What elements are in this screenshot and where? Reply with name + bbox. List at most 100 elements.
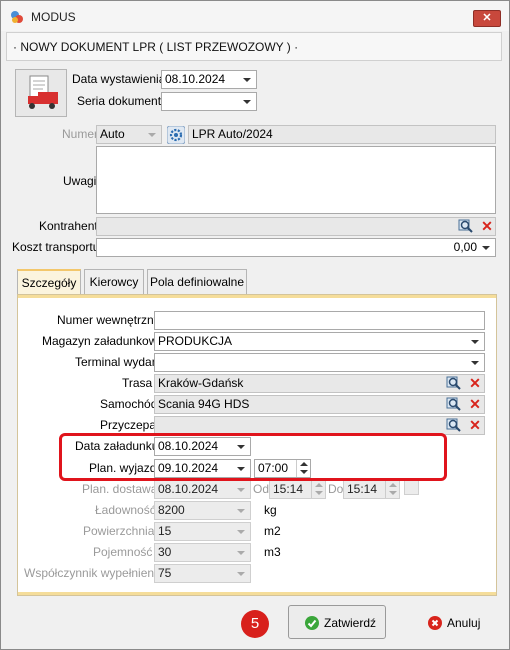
- od-time-value: 15:14: [273, 482, 304, 496]
- wspolczynnik-select: 75: [154, 564, 251, 583]
- document-type-button[interactable]: [15, 69, 67, 117]
- ladownosc-value: 8200: [158, 503, 185, 517]
- samochod-field[interactable]: Scania 94G HDS: [154, 395, 485, 414]
- samochod-label: Samochód: [100, 397, 158, 411]
- trasa-value: Kraków-Gdańsk: [158, 376, 244, 390]
- spinner-up-icon: [389, 483, 397, 487]
- kontrahent-field[interactable]: [96, 217, 496, 236]
- numer-value-field: LPR Auto/2024: [188, 125, 496, 144]
- data-wystawienia-field[interactable]: 08.10.2024: [161, 70, 257, 89]
- terminal-label: Terminal wydań: [75, 355, 159, 369]
- dropdown-arrow-icon: [482, 246, 490, 250]
- document-title: · NOWY DOKUMENT LPR ( LIST PRZEWOZOWY ) …: [13, 40, 299, 54]
- trasa-field[interactable]: Kraków-Gdańsk: [154, 374, 485, 393]
- time-spinner: [385, 481, 399, 498]
- numer-mode-value: Auto: [100, 127, 125, 141]
- close-window-button[interactable]: ✕: [473, 10, 501, 27]
- przyczepa-clear-icon[interactable]: ✕: [468, 418, 482, 432]
- ladownosc-select: 8200: [154, 501, 251, 520]
- dialog-window: MODUS ✕ · NOWY DOKUMENT LPR ( LIST PRZEW…: [0, 0, 510, 650]
- samochod-search-icon[interactable]: [446, 396, 462, 412]
- do-time-value: 15:14: [347, 482, 378, 496]
- magazyn-label: Magazyn załadunkowy: [42, 334, 164, 348]
- form-body: Data wystawienia 08.10.2024 Seria dokume…: [6, 61, 502, 601]
- do-label: Do: [328, 482, 344, 496]
- document-truck-icon: [28, 75, 58, 109]
- ladownosc-label: Ładowność: [95, 503, 156, 517]
- seria-label: Seria dokumentu: [77, 94, 168, 108]
- trasa-search-icon[interactable]: [446, 375, 462, 391]
- wspolczynnik-value: 75: [158, 566, 172, 580]
- przyczepa-label: Przyczepa: [100, 418, 157, 432]
- anuluj-button[interactable]: Anuluj: [411, 605, 495, 639]
- highlight-box: [59, 433, 447, 481]
- wspolczynnik-label: Współczynnik wypełnienia: [24, 566, 164, 580]
- cancel-x-icon: [428, 616, 442, 630]
- data-wystawienia-value: 08.10.2024: [165, 72, 226, 86]
- magazyn-value: PRODUKCJA: [158, 334, 233, 348]
- ladownosc-unit: kg: [264, 503, 277, 517]
- przyczepa-search-icon[interactable]: [446, 417, 462, 433]
- pojemnosc-select: 30: [154, 543, 251, 562]
- spinner-down-icon: [315, 491, 323, 495]
- od-time-field: 15:14: [269, 480, 326, 499]
- dropdown-arrow-icon: [237, 488, 245, 492]
- od-label: Od: [253, 482, 270, 496]
- samochod-value: Scania 94G HDS: [158, 397, 250, 411]
- window-title: MODUS: [31, 10, 76, 24]
- kontrahent-clear-icon[interactable]: ✕: [480, 219, 494, 233]
- dropdown-arrow-icon: [237, 572, 245, 576]
- time-spinner: [311, 481, 325, 498]
- numer-wewnetrzny-input[interactable]: [154, 311, 485, 330]
- do-time-field: 15:14: [343, 480, 400, 499]
- tab-pola-definiowalne[interactable]: Pola definiowalne: [147, 269, 247, 295]
- spinner-up-icon: [315, 483, 323, 487]
- magazyn-select[interactable]: PRODUKCJA: [154, 332, 485, 351]
- dropdown-arrow-icon: [237, 530, 245, 534]
- powierzchnia-value: 15: [158, 524, 172, 538]
- numer-mode-select[interactable]: Auto: [96, 125, 162, 144]
- uwagi-label: Uwagi: [63, 174, 97, 188]
- plan-dostawa-label: Plan. dostawa: [82, 482, 158, 496]
- numer-wewnetrzny-label: Numer wewnętrzny: [57, 313, 160, 327]
- powierzchnia-select: 15: [154, 522, 251, 541]
- tab-kierowcy[interactable]: Kierowcy: [84, 269, 144, 295]
- seria-dokumentu-select[interactable]: [161, 92, 257, 111]
- panel-top-accent: [18, 295, 496, 298]
- koszt-label: Koszt transportu: [12, 240, 100, 254]
- panel-bottom-accent: [18, 592, 496, 595]
- terminal-select[interactable]: [154, 353, 485, 372]
- pojemnosc-label: Pojemność: [93, 545, 153, 559]
- app-logo-icon: [11, 11, 23, 23]
- title-bar: MODUS ✕: [1, 1, 509, 31]
- powierzchnia-unit: m2: [264, 524, 281, 538]
- tab-szczegoly[interactable]: Szczegóły: [17, 269, 81, 296]
- kontrahent-search-icon[interactable]: [458, 218, 474, 234]
- numer-label: Numer: [62, 127, 99, 141]
- zatwierdz-button[interactable]: Zatwierdź: [288, 605, 386, 639]
- settings-gear-icon[interactable]: [167, 126, 185, 144]
- trasa-label: Trasa: [122, 376, 153, 390]
- powierzchnia-label: Powierzchnia: [83, 524, 155, 538]
- dropdown-arrow-icon: [148, 133, 156, 137]
- anuluj-label: Anuluj: [447, 616, 481, 630]
- pojemnosc-unit: m3: [264, 545, 281, 559]
- pojemnosc-value: 30: [158, 545, 172, 559]
- numer-value: LPR Auto/2024: [192, 127, 273, 141]
- document-header: · NOWY DOKUMENT LPR ( LIST PRZEWOZOWY ) …: [6, 32, 502, 61]
- samochod-clear-icon[interactable]: ✕: [468, 397, 482, 411]
- koszt-transportu-field[interactable]: 0,00: [96, 238, 496, 257]
- plan-dostawa-date-value: 08.10.2024: [158, 482, 219, 496]
- uwagi-textarea[interactable]: [96, 146, 496, 214]
- data-wystawienia-label: Data wystawienia: [72, 72, 166, 86]
- plan-dostawa-date-field: 08.10.2024: [154, 480, 251, 499]
- dropdown-arrow-icon: [243, 78, 251, 82]
- checkmark-icon: [305, 616, 319, 630]
- dropdown-arrow-icon: [243, 100, 251, 104]
- trasa-clear-icon[interactable]: ✕: [468, 376, 482, 390]
- zatwierdz-label: Zatwierdź: [324, 616, 377, 630]
- dropdown-arrow-icon: [237, 509, 245, 513]
- step-badge: 5: [241, 610, 269, 638]
- dostawa-checkbox: [404, 480, 419, 495]
- kontrahent-label: Kontrahent: [39, 219, 98, 233]
